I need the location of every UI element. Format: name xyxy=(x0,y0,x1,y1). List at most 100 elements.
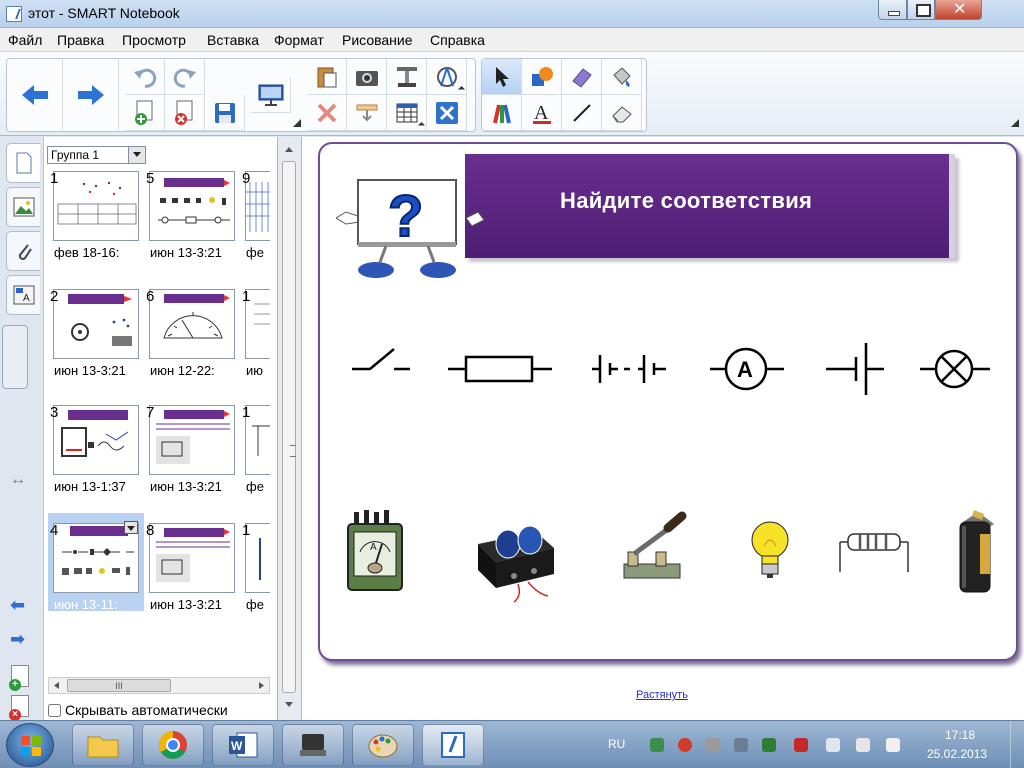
scroll-down-icon[interactable] xyxy=(284,701,294,709)
close-button[interactable]: ✕ xyxy=(935,0,982,20)
fill-tool-button[interactable] xyxy=(602,59,642,95)
show-desktop-button[interactable] xyxy=(1010,721,1024,768)
clock-time[interactable]: 17:18 xyxy=(945,728,975,742)
taskbar-smart-notebook-button[interactable] xyxy=(422,724,484,766)
taskbar-chrome-button[interactable] xyxy=(142,724,204,766)
gallery-icon xyxy=(13,197,34,217)
blank-page-button[interactable] xyxy=(125,95,165,131)
remote-icon[interactable] xyxy=(734,738,748,752)
sidebar-grip-handle[interactable] xyxy=(2,325,28,389)
menu-insert[interactable]: Вставка xyxy=(207,32,259,48)
measurement-tools-button[interactable] xyxy=(427,59,467,95)
taskbar-paint-button[interactable] xyxy=(352,724,414,766)
menu-file[interactable]: Файл xyxy=(8,32,42,48)
text-tool-button[interactable]: A xyxy=(522,95,562,131)
sidebar-add-page-button[interactable]: + xyxy=(9,665,29,691)
language-indicator[interactable]: RU xyxy=(608,737,625,751)
page-thumbnail-selected[interactable]: 4 июн 13-11: xyxy=(48,513,144,612)
select-tool-button[interactable] xyxy=(482,59,522,95)
delete-page-button[interactable] xyxy=(165,95,205,131)
text-a-icon: A xyxy=(532,102,551,124)
antivirus-shield-icon[interactable] xyxy=(794,738,808,752)
taskbar-doc-camera-button[interactable] xyxy=(282,724,344,766)
question-board-mascot[interactable]: ? xyxy=(336,178,486,278)
toolbar-expand-icon[interactable] xyxy=(292,118,302,128)
page-thumbnail[interactable]: 1 фе xyxy=(240,523,270,619)
taskbar-explorer-button[interactable] xyxy=(72,724,134,766)
action-center-flag-icon[interactable] xyxy=(826,738,840,752)
scroll-left-icon[interactable] xyxy=(52,681,61,690)
page-thumbnail[interactable]: 1 ию xyxy=(240,289,270,385)
arrow-left-icon xyxy=(21,85,48,105)
page-thumbnail[interactable]: 8 июн 13-3:21 xyxy=(144,522,240,619)
next-page-button[interactable] xyxy=(63,59,119,131)
screen-shade-button[interactable] xyxy=(251,77,291,113)
paste-button[interactable] xyxy=(307,59,347,95)
start-button[interactable] xyxy=(6,723,54,767)
insert-table-button[interactable] xyxy=(387,95,427,131)
page-thumbnail[interactable]: 5 июн 13-3:21 xyxy=(144,170,240,267)
magic-pen-button[interactable] xyxy=(562,59,602,95)
menu-format[interactable]: Формат xyxy=(274,32,324,48)
scroll-up-icon[interactable] xyxy=(284,145,294,153)
taskbar-word-button[interactable]: W xyxy=(212,724,274,766)
resize-arrows-icon[interactable]: ↔ xyxy=(10,471,26,489)
menu-draw[interactable]: Рисование xyxy=(342,32,413,48)
auto-hide-checkbox-input[interactable] xyxy=(48,704,61,717)
page-thumbnail[interactable]: 2 июн 13-3:21 xyxy=(48,288,144,385)
slide-page[interactable]: Найдите соответствия ? A A xyxy=(318,142,1018,661)
screen-shade-tool-button[interactable] xyxy=(347,95,387,131)
eraser-tool-button[interactable] xyxy=(602,95,642,131)
tab-gallery[interactable] xyxy=(6,187,40,227)
stretch-link[interactable]: Растянуть xyxy=(636,689,688,701)
canvas-vertical-scrollbar[interactable] xyxy=(278,137,302,720)
tab-page-sorter[interactable] xyxy=(6,143,40,183)
page-thumbnail[interactable]: 1 фе xyxy=(240,405,270,501)
full-screen-button[interactable] xyxy=(427,95,467,131)
nvidia-icon[interactable] xyxy=(762,738,776,752)
sidebar-next-arrow-icon[interactable]: ➡ xyxy=(10,629,25,650)
tab-attachments[interactable] xyxy=(6,231,40,271)
minimize-button[interactable] xyxy=(878,0,907,20)
page-thumbnail[interactable]: 6 июн 12-22: xyxy=(144,288,240,385)
clock-date[interactable]: 25.02.2013 xyxy=(927,747,987,761)
pens-tool-button[interactable] xyxy=(482,95,522,131)
maximize-button[interactable] xyxy=(907,0,935,20)
chevron-down-icon[interactable] xyxy=(128,147,145,163)
sorter-horizontal-scrollbar[interactable]: III xyxy=(48,677,270,694)
tab-properties[interactable]: A xyxy=(6,275,40,315)
screen-capture-button[interactable] xyxy=(347,59,387,95)
slide-title[interactable]: Найдите соответствия xyxy=(560,188,812,214)
delete-button[interactable] xyxy=(307,95,347,131)
toolbar-more-icon[interactable] xyxy=(1010,118,1020,128)
scrollbar-thumb[interactable] xyxy=(282,161,296,693)
page-thumbnail[interactable]: 3 июн 13-1:37 xyxy=(48,404,144,501)
menu-view[interactable]: Просмотр xyxy=(122,32,186,48)
security-alert-icon[interactable] xyxy=(678,738,692,752)
menu-help[interactable]: Справка xyxy=(430,32,485,48)
volume-icon[interactable] xyxy=(886,738,900,752)
document-camera-button[interactable] xyxy=(387,59,427,95)
page-thumbnail[interactable]: 1 фев 18-16: xyxy=(48,170,144,267)
power-icon[interactable] xyxy=(856,738,870,752)
network-icon[interactable] xyxy=(650,738,664,752)
save-button[interactable] xyxy=(205,95,245,131)
menu-edit[interactable]: Правка xyxy=(57,32,104,48)
windows-logo-icon xyxy=(21,736,41,756)
undo-button[interactable] xyxy=(125,59,165,95)
page-thumbnail[interactable]: 7 июн 13-3:21 xyxy=(144,404,240,501)
sidebar-delete-page-button[interactable]: × xyxy=(9,695,29,721)
printer-error-icon[interactable] xyxy=(706,738,720,752)
auto-hide-checkbox[interactable]: Скрывать автоматически xyxy=(48,702,228,718)
ammeter-symbol: A xyxy=(710,347,784,391)
scroll-right-icon[interactable] xyxy=(257,681,266,690)
line-tool-button[interactable] xyxy=(562,95,602,131)
sidebar-prev-arrow-icon[interactable]: ⬅ xyxy=(10,595,25,616)
scrollbar-thumb[interactable]: III xyxy=(67,679,171,692)
shapes-tool-button[interactable] xyxy=(522,59,562,95)
page-thumbnail[interactable]: 9 фе xyxy=(240,171,270,267)
thumbnail-menu-button[interactable] xyxy=(124,521,138,534)
previous-page-button[interactable] xyxy=(7,59,63,131)
redo-button[interactable] xyxy=(165,59,205,95)
group-select[interactable]: Группа 1 xyxy=(47,146,146,164)
